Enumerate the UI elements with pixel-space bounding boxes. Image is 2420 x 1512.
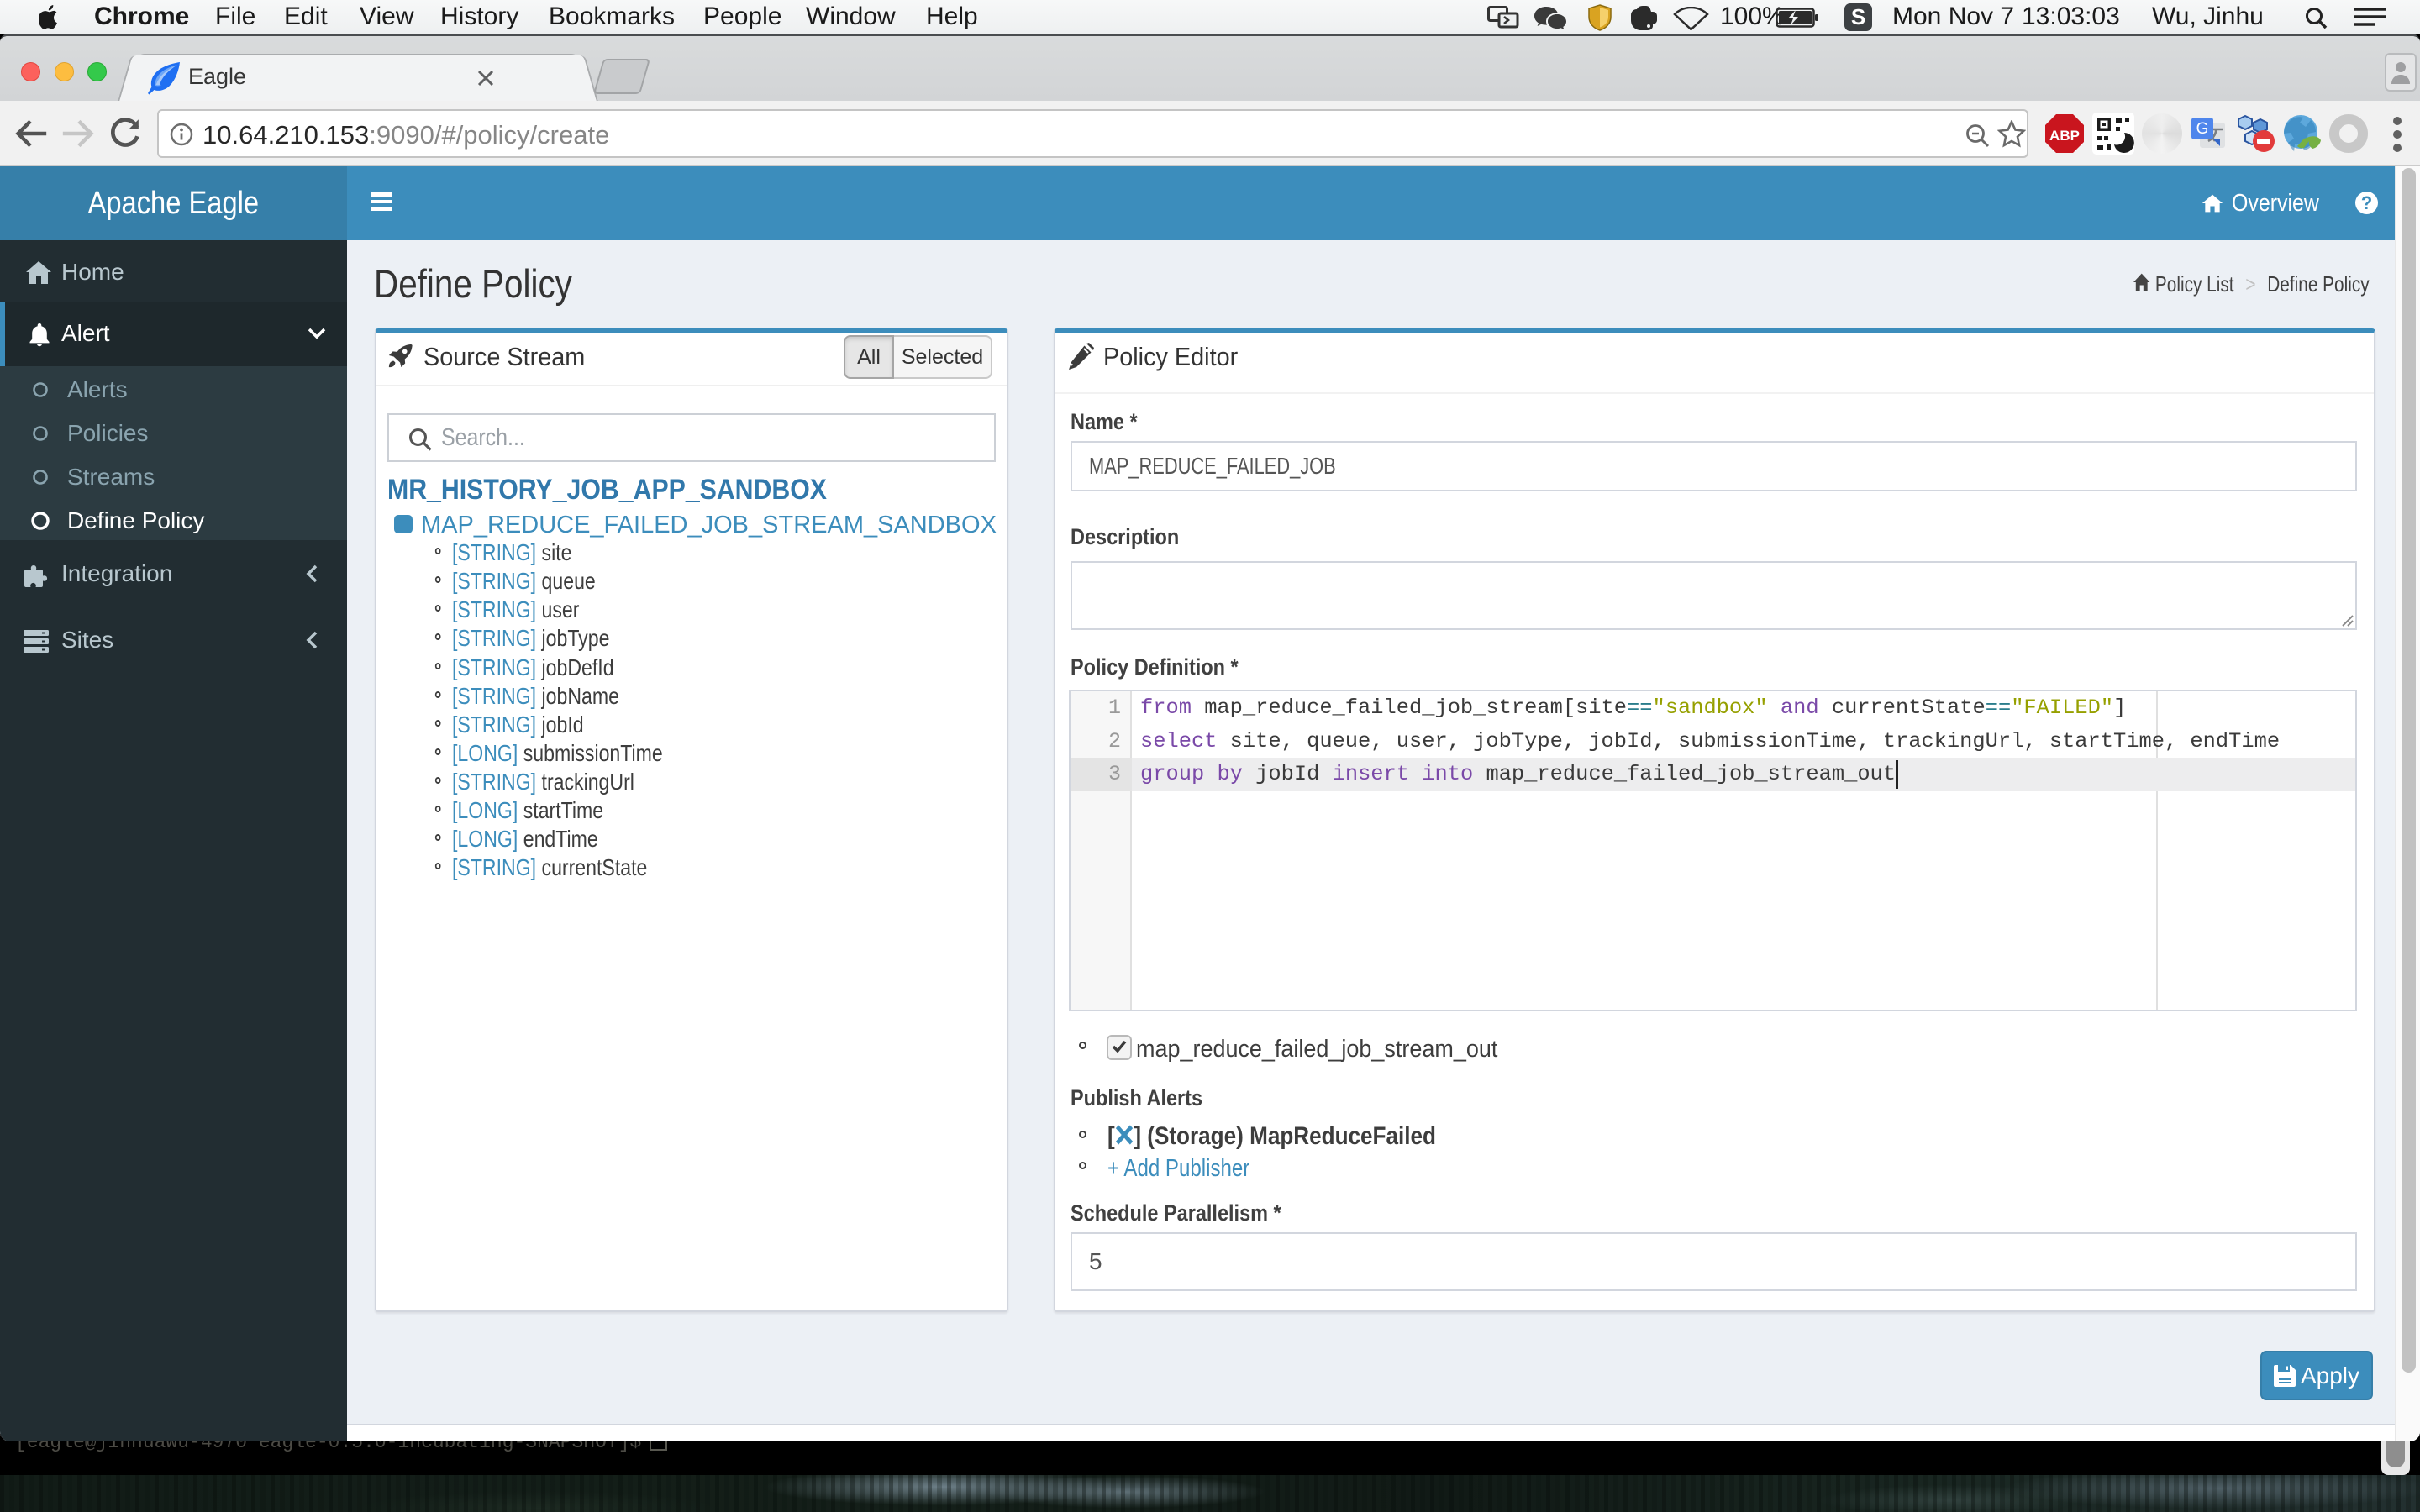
- svg-text:G: G: [2196, 120, 2209, 138]
- svg-text:ABP: ABP: [2049, 128, 2080, 144]
